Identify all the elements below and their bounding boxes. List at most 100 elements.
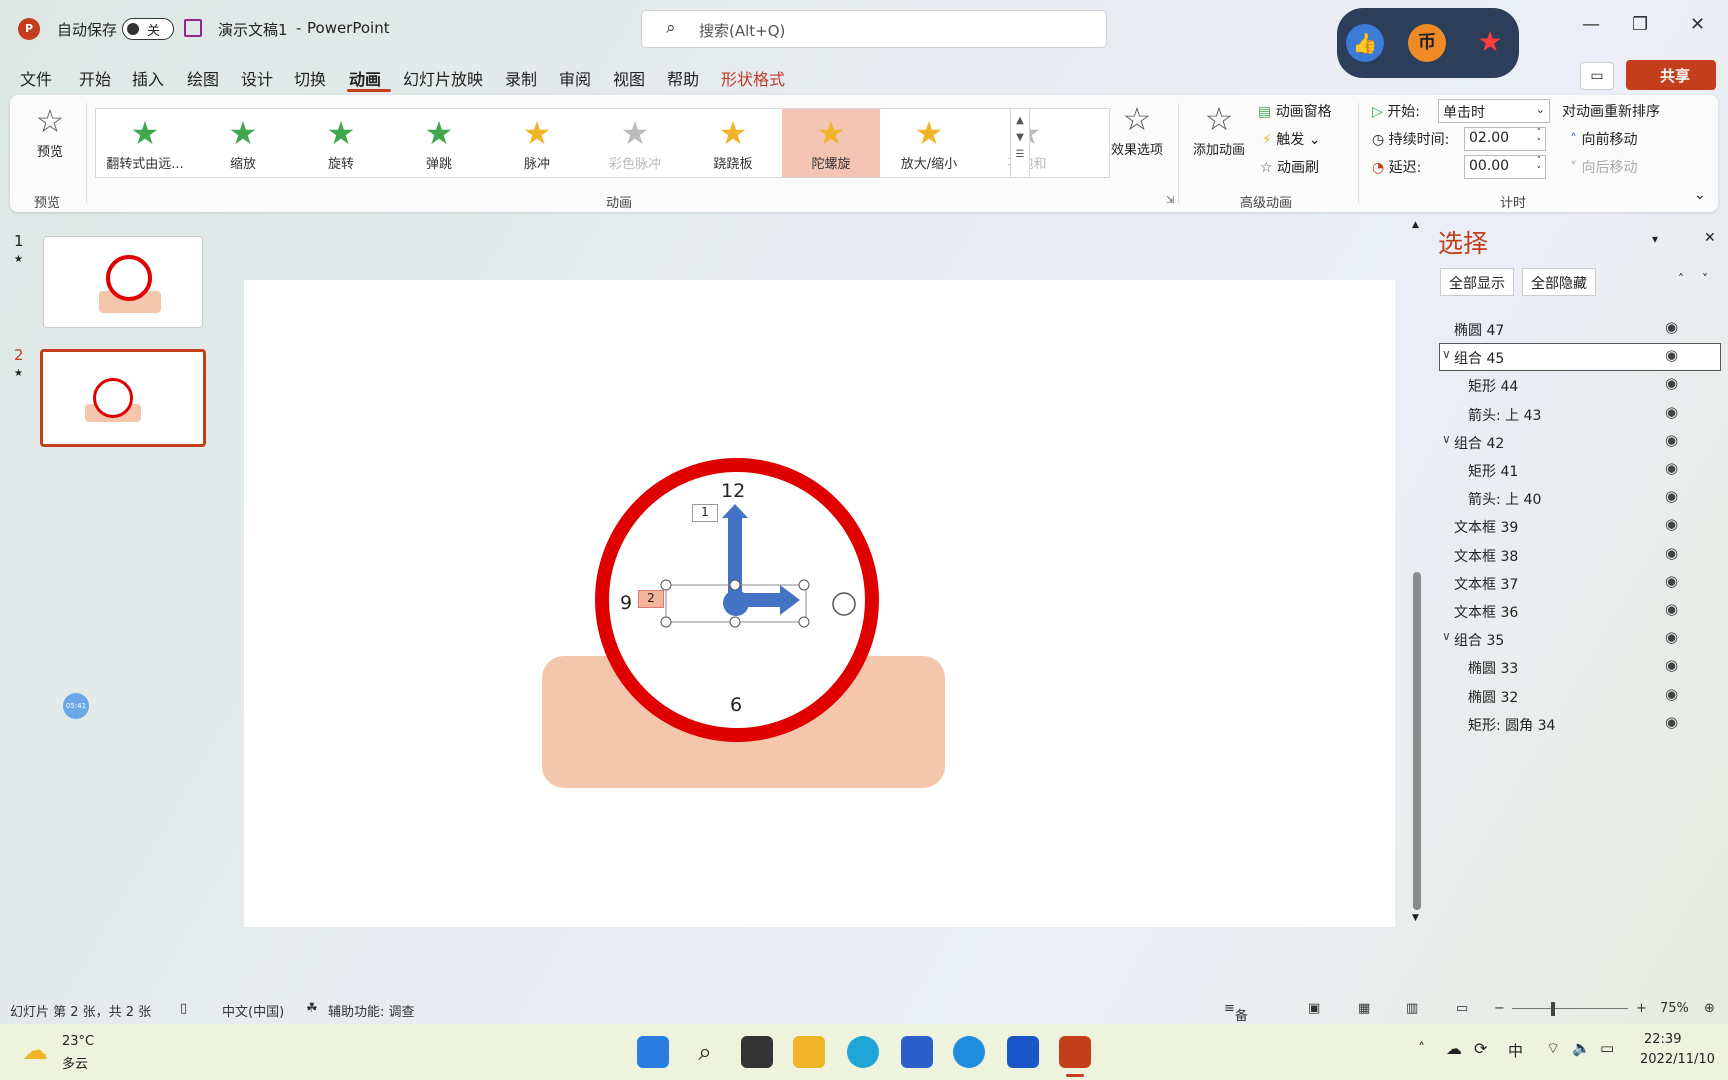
browser-icon[interactable] <box>953 1036 985 1068</box>
selection-item[interactable]: 椭圆 32 ◉ <box>1440 683 1720 709</box>
language[interactable]: 中文(中国) <box>222 1001 284 1020</box>
slide-thumbnail-2[interactable] <box>40 349 206 447</box>
spellcheck-icon[interactable]: ▯ <box>180 1001 187 1016</box>
trigger-button[interactable]: ⚡ 触发 ⌄ <box>1262 129 1320 149</box>
slide-canvas[interactable]: 12 9 6 1 2 <box>244 280 1395 927</box>
zoom-out-icon[interactable]: − <box>1494 1001 1505 1016</box>
selection-item[interactable]: 箭头: 上 40 ◉ <box>1440 485 1720 511</box>
clock-date[interactable]: 2022/11/10 <box>1640 1052 1715 1067</box>
accessibility-status[interactable]: 辅助功能: 调查 <box>328 1001 415 1020</box>
visibility-eye-icon[interactable]: ◉ <box>1665 600 1678 618</box>
selection-item[interactable]: ∨ 组合 42 ◉ <box>1440 429 1720 455</box>
selection-item[interactable]: 椭圆 47 ◉ <box>1440 316 1720 342</box>
restore-icon[interactable]: ❐ <box>1632 14 1648 35</box>
volume-icon[interactable]: 🔈 <box>1572 1039 1591 1057</box>
pane-options-icon[interactable]: ▾ <box>1652 232 1658 246</box>
animation-tag-2[interactable]: 2 <box>638 590 664 608</box>
tab-shape-format[interactable]: 形状格式 <box>721 66 785 90</box>
search-box[interactable]: ⌕ 搜索(Alt+Q) <box>641 10 1107 48</box>
start-icon[interactable] <box>637 1036 669 1068</box>
visibility-eye-icon[interactable]: ◉ <box>1665 346 1678 364</box>
tray-chevron-icon[interactable]: ˄ <box>1418 1041 1425 1057</box>
selection-item[interactable]: 矩形 41 ◉ <box>1440 457 1720 483</box>
effect-options-button[interactable]: ☆ 效果选项 <box>1106 99 1168 173</box>
animation-zoom[interactable]: ★ 缩放 <box>194 109 292 177</box>
animation-bounce[interactable]: ★ 弹跳 <box>390 109 488 177</box>
dialog-launcher-icon[interactable]: ⇲ <box>1166 195 1174 206</box>
tab-file[interactable]: 文件 <box>20 66 52 90</box>
visibility-eye-icon[interactable]: ◉ <box>1665 403 1678 421</box>
expand-chevron-icon[interactable]: ∨ <box>1442 347 1451 361</box>
hide-all-button[interactable]: 全部隐藏 <box>1522 268 1596 296</box>
visibility-eye-icon[interactable]: ◉ <box>1665 656 1678 674</box>
visibility-eye-icon[interactable]: ◉ <box>1665 628 1678 646</box>
animation-flip[interactable]: ★ 翻转式由远... <box>96 109 194 177</box>
visibility-eye-icon[interactable]: ◉ <box>1665 487 1678 505</box>
animation-spin-gyro[interactable]: ★ 陀螺旋 <box>782 109 880 177</box>
selection-item[interactable]: 矩形 44 ◉ <box>1440 372 1720 398</box>
selection-item[interactable]: 文本框 36 ◉ <box>1440 598 1720 624</box>
favorite-star-icon[interactable]: ★ <box>1470 22 1510 62</box>
thumbs-up-icon[interactable]: 👍 <box>1346 24 1384 62</box>
animation-pane-button[interactable]: ▤ 动画窗格 <box>1258 101 1332 121</box>
zoom-level[interactable]: 75% <box>1660 1001 1689 1016</box>
selection-item[interactable]: 文本框 38 ◉ <box>1440 542 1720 568</box>
slide-scrollbar[interactable]: ▲ ▼ <box>1412 220 1422 960</box>
autosave-toggle[interactable]: 关 <box>122 18 174 40</box>
close-icon[interactable]: ✕ <box>1690 14 1705 35</box>
animation-pulse[interactable]: ★ 脉冲 <box>488 109 586 177</box>
cloud-icon[interactable]: ☁ <box>1446 1039 1462 1058</box>
tab-review[interactable]: 审阅 <box>559 66 591 90</box>
store-icon[interactable] <box>901 1036 933 1068</box>
selection-item[interactable]: 文本框 37 ◉ <box>1440 570 1720 596</box>
clock-time[interactable]: 22:39 <box>1644 1032 1681 1047</box>
move-down-icon[interactable]: ˅ <box>1702 272 1708 286</box>
tab-home[interactable]: 开始 <box>79 66 111 90</box>
slideshow-icon[interactable]: ▭ <box>1456 1001 1468 1016</box>
move-later-button[interactable]: ˅ 向后移动 <box>1570 157 1637 177</box>
zoom-thumb[interactable] <box>1551 1002 1555 1016</box>
selection-item[interactable]: 矩形: 圆角 34 ◉ <box>1440 711 1720 737</box>
visibility-eye-icon[interactable]: ◉ <box>1665 431 1678 449</box>
visibility-eye-icon[interactable]: ◉ <box>1665 713 1678 731</box>
selection-item[interactable]: ∨ 组合 35 ◉ <box>1440 626 1720 652</box>
visibility-eye-icon[interactable]: ◉ <box>1665 318 1678 336</box>
visibility-eye-icon[interactable]: ◉ <box>1665 544 1678 562</box>
notes-button[interactable]: ≡ 备注 <box>1224 1001 1248 1043</box>
wifi-icon[interactable]: ⌔ <box>1546 1039 1560 1058</box>
move-earlier-button[interactable]: ˄ 向前移动 <box>1570 129 1637 149</box>
scroll-down-icon[interactable]: ▼ <box>1412 913 1419 923</box>
share-button[interactable]: 共享 <box>1626 60 1716 90</box>
delay-input[interactable]: 00.00 ˄ ˅ <box>1464 155 1546 179</box>
collapse-ribbon-icon[interactable]: ⌄ <box>1694 187 1706 203</box>
show-all-button[interactable]: 全部显示 <box>1440 268 1514 296</box>
comments-button[interactable]: ▭ <box>1580 62 1614 90</box>
expand-chevron-icon[interactable]: ∨ <box>1442 629 1451 643</box>
tab-draw[interactable]: 绘图 <box>187 66 219 90</box>
visibility-eye-icon[interactable]: ◉ <box>1665 459 1678 477</box>
fit-slide-icon[interactable]: ⊕ <box>1704 1001 1715 1016</box>
selection-item[interactable]: ∨ 组合 45 ◉ <box>1439 343 1721 372</box>
start-select[interactable]: 单击时 ⌄ <box>1438 99 1550 123</box>
tab-design[interactable]: 设计 <box>241 66 273 90</box>
clock-hands[interactable] <box>244 280 1395 927</box>
tab-insert[interactable]: 插入 <box>132 66 164 90</box>
app-icon[interactable] <box>1007 1036 1039 1068</box>
save-icon[interactable] <box>184 19 202 37</box>
pane-close-icon[interactable]: ✕ <box>1704 230 1716 246</box>
scroll-up-icon[interactable]: ▲ <box>1412 220 1419 230</box>
gallery-scroll[interactable]: ▲ ▼ ☰ <box>1010 108 1030 178</box>
visibility-eye-icon[interactable]: ◉ <box>1665 374 1678 392</box>
add-animation-button[interactable]: ☆ 添加动画 <box>1188 99 1250 173</box>
slide-thumbnail-1[interactable] <box>43 236 203 328</box>
zoom-in-icon[interactable]: + <box>1636 1001 1647 1016</box>
preview-button[interactable]: ☆ 预览 <box>28 101 72 171</box>
tab-transitions[interactable]: 切换 <box>294 66 326 90</box>
tab-record[interactable]: 录制 <box>505 66 537 90</box>
tab-slideshow[interactable]: 幻灯片放映 <box>403 66 483 90</box>
selection-item[interactable]: 箭头: 上 43 ◉ <box>1440 401 1720 427</box>
duration-input[interactable]: 02.00 ˄ ˅ <box>1464 127 1546 151</box>
sync-icon[interactable]: ⟳ <box>1474 1039 1487 1058</box>
reading-view-icon[interactable]: ▥ <box>1406 1001 1418 1016</box>
tab-help[interactable]: 帮助 <box>667 66 699 90</box>
